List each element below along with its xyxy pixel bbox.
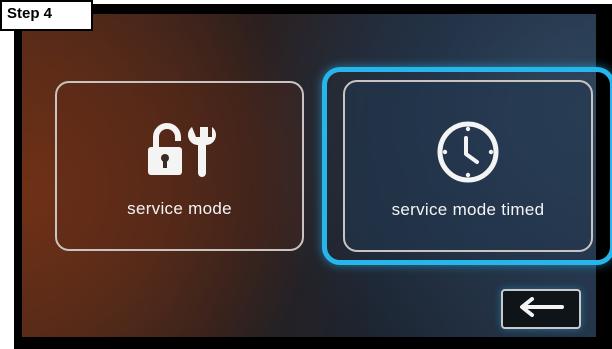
step-label: Step 4 xyxy=(0,0,93,31)
service-mode-timed-button[interactable]: service mode timed xyxy=(343,80,593,252)
service-mode-label: service mode xyxy=(127,199,232,218)
service-mode-timed-label: service mode timed xyxy=(391,200,545,219)
service-mode-button[interactable]: service mode xyxy=(55,81,304,251)
clock-icon xyxy=(345,120,591,184)
back-button[interactable] xyxy=(501,289,581,329)
back-arrow-icon xyxy=(518,296,564,322)
lock-wrench-icon xyxy=(57,121,302,181)
